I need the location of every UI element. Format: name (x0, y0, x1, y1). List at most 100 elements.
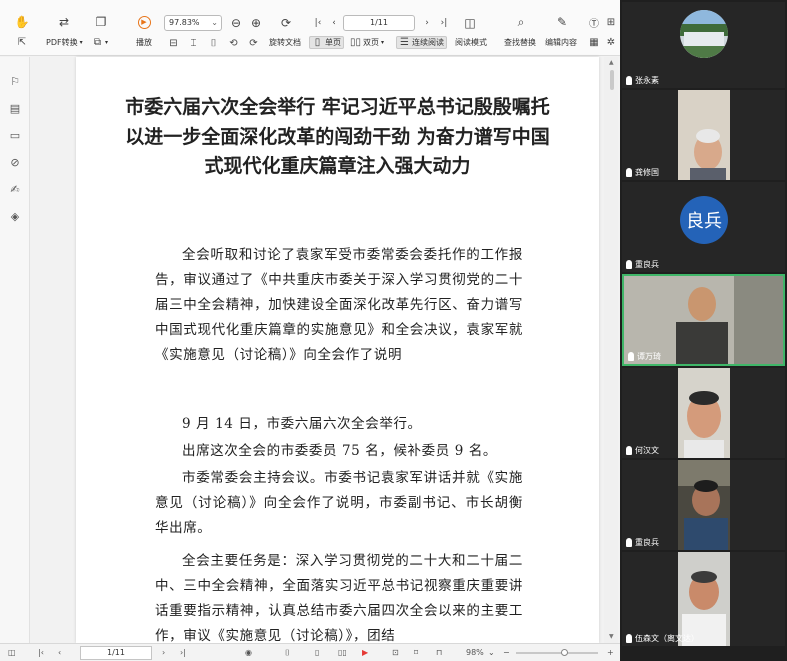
rotate-right-icon[interactable]: ⟳ (248, 38, 259, 49)
status-bar: ◫ |‹ ‹ 1/11 › ›| ◉ ⌷ ▯ ▯▯ ▶ ⊡ ⌑ ⊓ 98% ⌄ … (0, 643, 620, 661)
double-page-button[interactable]: ▯▯ 双页 ▾ (350, 37, 384, 48)
single-page-button[interactable]: ▯ 单页 (309, 36, 344, 49)
participant-tile[interactable]: 张永素 (622, 2, 785, 88)
participant-tile[interactable]: 良兵 重良兵 (622, 182, 785, 272)
participant-video (678, 460, 730, 550)
vertical-scrollbar[interactable] (604, 57, 618, 643)
zoom-in-icon[interactable]: + (607, 646, 614, 660)
fit-page-icon[interactable]: ⊟ (168, 38, 179, 49)
rotate-document-button[interactable]: 旋转文档 (269, 37, 301, 48)
fit-icon[interactable]: ⌷ (285, 646, 290, 660)
microphone-icon (626, 446, 632, 455)
read-mode-button[interactable]: 阅读模式 (455, 37, 487, 48)
signature-icon[interactable]: ✍ (8, 183, 22, 197)
paragraph: 出席这次全会的市委委员 75 名，候补委员 9 名。 (182, 443, 498, 459)
next-page-icon[interactable]: › (162, 646, 165, 660)
first-page-icon[interactable]: |‹ (38, 646, 44, 660)
zoom-in-icon[interactable]: ⊕ (248, 15, 264, 31)
fit-height-icon[interactable]: ⌷ (208, 38, 219, 49)
page-number-input[interactable]: 1/11 (343, 15, 415, 31)
participant-tile[interactable]: 龚修国 (622, 90, 785, 180)
avatar: 良兵 (680, 196, 728, 244)
fullscreen-icon[interactable]: ⊡ (392, 646, 399, 660)
chevron-down-icon: ▾ (105, 39, 109, 46)
scroll-up-icon[interactable]: ▲ (609, 59, 614, 66)
attachment-icon[interactable]: ⊘ (8, 156, 22, 170)
rotate-icon[interactable]: ⟳ (278, 15, 294, 31)
paragraph: 全会听取和讨论了袁家军受市委常委会委托作的工作报告，审议通过了《中共重庆市委关于… (155, 247, 523, 363)
participant-name: 重良兵 (635, 538, 659, 547)
pdf-convert-button[interactable]: PDF转换 ▾ (46, 37, 83, 48)
page-icon: ⧉ (93, 37, 102, 48)
pdf-convert-icon[interactable]: ⇄ (56, 14, 72, 30)
participant-tile-active[interactable]: 谭万琦 (622, 274, 785, 366)
play-button[interactable]: ▶ (136, 14, 152, 30)
zoom-slider[interactable] (516, 652, 598, 654)
book-icon[interactable]: ◫ (462, 15, 478, 31)
participant-tile[interactable]: 何汉文 (622, 368, 785, 458)
play-icon[interactable]: ▶ (362, 646, 368, 660)
play-label: 播放 (136, 38, 152, 47)
first-page-icon[interactable]: |‹ (310, 15, 326, 31)
chevron-down-icon: ▾ (79, 39, 83, 46)
scroll-down-icon[interactable]: ▼ (609, 633, 614, 640)
sidebar-toggle-icon[interactable]: ◫ (8, 646, 16, 660)
chevron-down-icon[interactable]: ⌄ (488, 646, 495, 660)
single-view-icon[interactable]: ▯ (315, 646, 319, 660)
edit-content-button[interactable]: 编辑内容 (545, 37, 577, 48)
participant-name: 重良兵 (635, 260, 659, 269)
prev-page-icon[interactable]: ‹ (326, 15, 342, 31)
settings-icon[interactable]: ✲ (603, 34, 619, 50)
participant-name-bar: 重良兵 (626, 259, 659, 270)
status-page-input[interactable]: 1/11 (80, 646, 152, 660)
comment-icon[interactable]: ▭ (8, 129, 22, 143)
prev-page-icon[interactable]: ‹ (58, 646, 61, 660)
paragraph: 全会主要任务是：深入学习贯彻党的二十大和二十届二中、三中全会精神，全面落实习近平… (155, 553, 523, 643)
thumbnail-icon[interactable]: ▤ (8, 102, 22, 116)
next-page-icon[interactable]: › (419, 15, 435, 31)
search-icon[interactable]: ⌕ (513, 14, 529, 30)
edit-content-icon[interactable]: ✎ (554, 14, 570, 30)
select-tool-icon[interactable]: ⇱ (14, 34, 30, 50)
zoom-level: 98% (466, 648, 484, 657)
grid-icon[interactable]: ▦ (586, 34, 602, 50)
participant-tile[interactable]: 重良兵 (622, 460, 785, 550)
hand-tool-icon[interactable]: ✋ (14, 14, 30, 30)
zoom-value: 97.83% (169, 18, 200, 27)
more-icon[interactable]: ⊞ (603, 14, 619, 30)
continuous-icon: ☰ (400, 37, 409, 48)
crop-icon[interactable]: ⌑ (414, 646, 418, 660)
find-replace-button[interactable]: 查找替换 (504, 37, 536, 48)
copy-icon[interactable]: ❐ (93, 14, 109, 30)
double-page-icon: ▯▯ (350, 37, 362, 48)
document-page: 市委六届六次全会举行 牢记习近平总书记殷殷嘱托 以进一步全面深化改革的闯劲干劲 … (76, 57, 599, 643)
participant-name-bar: 谭万琦 (628, 351, 661, 362)
participant-video (678, 368, 730, 458)
eye-icon[interactable]: ◉ (245, 646, 252, 660)
page-tools-dropdown[interactable]: ⧉ ▾ (92, 37, 108, 48)
double-view-icon[interactable]: ▯▯ (338, 646, 347, 660)
rotate-left-icon[interactable]: ⟲ (228, 38, 239, 49)
zoom-select[interactable]: 97.83% ⌄ (164, 15, 222, 31)
zoom-out-icon[interactable]: ⊖ (228, 15, 244, 31)
zoom-out-icon[interactable]: − (503, 646, 510, 660)
participant-video (678, 90, 730, 180)
participant-video (680, 10, 728, 58)
layout-icon[interactable]: ⊓ (436, 646, 442, 660)
translate-icon[interactable]: Ⓣ (586, 14, 602, 30)
last-page-icon[interactable]: ›| (180, 646, 186, 660)
participant-name-bar: 龚修国 (626, 167, 659, 178)
chevron-down-icon: ⌄ (211, 18, 218, 27)
participant-tile[interactable]: 伍森文（离文达） (622, 552, 785, 646)
participant-name: 张永素 (635, 76, 659, 85)
participants-panel: 张永素 龚修国 良兵 重良兵 谭万琦 何汉文 重良兵 伍森文（离文达） (620, 0, 787, 661)
bookmark-icon[interactable]: ⚐ (8, 75, 22, 89)
zoom-slider-handle[interactable] (561, 649, 568, 656)
left-sidebar: ⚐ ▤ ▭ ⊘ ✍ ◈ (0, 57, 30, 643)
continuous-read-button[interactable]: ☰ 连续阅读 (396, 36, 447, 49)
scroll-thumb[interactable] (610, 70, 614, 90)
last-page-icon[interactable]: ›| (436, 15, 452, 31)
fit-width-icon[interactable]: ⌶ (188, 38, 199, 49)
layers-icon[interactable]: ◈ (8, 210, 22, 224)
single-page-icon: ▯ (314, 37, 321, 48)
